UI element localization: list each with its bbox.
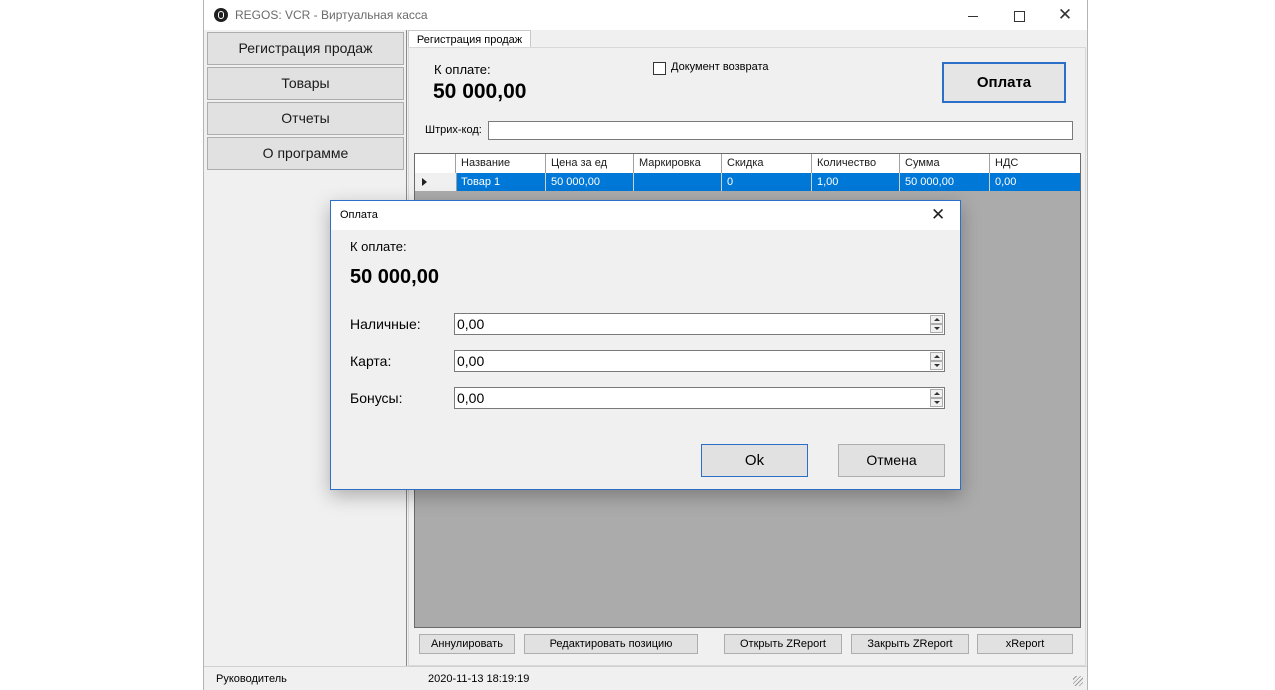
close-icon[interactable]: ✕: [931, 205, 945, 225]
return-document-label[interactable]: Документ возврата: [671, 61, 768, 73]
close-window-button[interactable]: ✕: [1042, 0, 1088, 30]
return-document-checkbox[interactable]: [653, 62, 666, 75]
dialog-to-pay-label: К оплате:: [350, 239, 407, 254]
dialog-title: Оплата: [340, 209, 378, 221]
spin-down-icon[interactable]: [930, 361, 943, 370]
cell-name[interactable]: Товар 1: [456, 173, 546, 191]
cash-field[interactable]: 0,00: [454, 313, 945, 335]
status-bar: Руководитель 2020-11-13 18:19:19: [204, 666, 1087, 690]
bonus-stepper[interactable]: [930, 389, 943, 407]
to-pay-label: К оплате:: [434, 62, 491, 77]
column-header[interactable]: Количество: [812, 154, 900, 173]
cash-label: Наличные:: [350, 316, 421, 332]
table-row[interactable]: Товар 1 50 000,00 0 1,00 50 000,00 0,00: [415, 173, 1080, 191]
status-datetime: 2020-11-13 18:19:19: [428, 673, 530, 685]
card-value[interactable]: 0,00: [457, 353, 484, 369]
spin-up-icon[interactable]: [930, 352, 943, 361]
regos-logo-icon: [214, 8, 228, 22]
close-zreport-button[interactable]: Закрыть ZReport: [851, 634, 969, 654]
maximize-button[interactable]: [996, 0, 1042, 30]
sidebar-item-reports[interactable]: Отчеты: [207, 102, 404, 135]
card-stepper[interactable]: [930, 352, 943, 370]
bonus-label: Бонусы:: [350, 390, 403, 406]
cell-marking[interactable]: [634, 173, 722, 191]
cell-discount[interactable]: 0: [722, 173, 812, 191]
barcode-input[interactable]: [488, 121, 1073, 140]
bonus-field[interactable]: 0,00: [454, 387, 945, 409]
dialog-title-bar: Оплата ✕: [331, 201, 960, 230]
cell-quantity[interactable]: 1,00: [812, 173, 900, 191]
cell-sum[interactable]: 50 000,00: [900, 173, 990, 191]
card-field[interactable]: 0,00: [454, 350, 945, 372]
payment-button[interactable]: Оплата: [942, 62, 1066, 103]
bonus-value[interactable]: 0,00: [457, 390, 484, 406]
window-title: REGOS: VCR - Виртуальная касса: [235, 8, 428, 22]
cell-vat[interactable]: 0,00: [990, 173, 1080, 191]
edit-position-button[interactable]: Редактировать позицию: [524, 634, 698, 654]
column-header[interactable]: НДС: [990, 154, 1080, 173]
dialog-to-pay-amount: 50 000,00: [350, 266, 439, 288]
row-header-corner: [415, 154, 456, 173]
cash-value[interactable]: 0,00: [457, 316, 484, 332]
annul-button[interactable]: Аннулировать: [419, 634, 515, 654]
sidebar-item-products[interactable]: Товары: [207, 67, 404, 100]
close-icon: ✕: [1057, 5, 1073, 24]
card-label: Карта:: [350, 353, 392, 369]
payment-dialog: Оплата ✕ К оплате: 50 000,00 Наличные: 0…: [330, 200, 961, 490]
column-header[interactable]: Название: [456, 154, 546, 173]
spin-down-icon[interactable]: [930, 324, 943, 333]
minimize-button[interactable]: [950, 0, 996, 30]
grid-header: Название Цена за ед Маркировка Скидка Ко…: [415, 154, 1080, 174]
barcode-label: Штрих-код:: [425, 124, 482, 136]
minimize-icon: [968, 15, 978, 17]
title-bar: REGOS: VCR - Виртуальная касса ✕: [204, 0, 1087, 30]
xreport-button[interactable]: xReport: [977, 634, 1073, 654]
cancel-button[interactable]: Отмена: [838, 444, 945, 477]
spin-down-icon[interactable]: [930, 398, 943, 407]
row-selector-arrow-icon: [415, 173, 457, 191]
status-user: Руководитель: [216, 673, 287, 685]
sidebar-item-sales[interactable]: Регистрация продаж: [207, 32, 404, 65]
to-pay-amount: 50 000,00: [433, 80, 527, 103]
ok-button[interactable]: Ok: [701, 444, 808, 477]
cash-stepper[interactable]: [930, 315, 943, 333]
resize-grip-icon[interactable]: [1073, 676, 1083, 686]
column-header[interactable]: Скидка: [722, 154, 812, 173]
column-header[interactable]: Цена за ед: [546, 154, 634, 173]
sidebar-item-about[interactable]: О программе: [207, 137, 404, 170]
open-zreport-button[interactable]: Открыть ZReport: [724, 634, 842, 654]
spin-up-icon[interactable]: [930, 315, 943, 324]
column-header[interactable]: Сумма: [900, 154, 990, 173]
column-header[interactable]: Маркировка: [634, 154, 722, 173]
cell-price[interactable]: 50 000,00: [546, 173, 634, 191]
maximize-icon: [1013, 10, 1025, 22]
spin-up-icon[interactable]: [930, 389, 943, 398]
